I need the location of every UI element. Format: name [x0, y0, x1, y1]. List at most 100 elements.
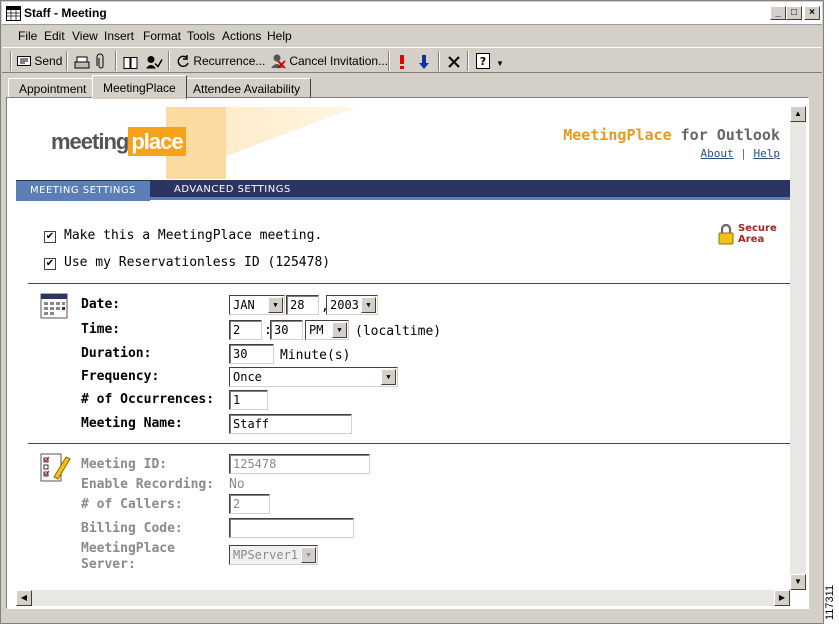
close-button[interactable]: ×: [804, 6, 820, 20]
print-icon[interactable]: [74, 54, 90, 72]
toolbar-separator: [115, 51, 117, 71]
billing-code-label: Billing Code:: [81, 521, 183, 536]
meeting-id-label: Meeting ID:: [81, 457, 168, 472]
occurrences-input[interactable]: 1: [229, 390, 268, 410]
reservationless-checkbox[interactable]: ✔: [44, 258, 56, 270]
product-suffix: for Outlook: [671, 126, 780, 144]
tab-meetingplace[interactable]: MeetingPlace: [92, 75, 187, 99]
about-link[interactable]: About: [701, 147, 734, 160]
server-label-1: MeetingPlace: [81, 541, 175, 556]
meetingplace-logo: meeting place: [51, 127, 186, 156]
year-value: 2003: [330, 298, 359, 312]
frequency-select[interactable]: Once ▼: [229, 367, 398, 387]
toolbar-separator: [388, 51, 390, 71]
menu-view[interactable]: View: [72, 29, 98, 43]
vertical-scrollbar[interactable]: ▲ ▼: [790, 106, 806, 590]
header-links: About | Help: [701, 147, 781, 160]
importance-low-icon[interactable]: [418, 53, 430, 71]
year-select[interactable]: 2003 ▼: [326, 295, 378, 315]
duration-unit: Minute(s): [280, 348, 351, 363]
cancel-invitation-label: Cancel Invitation...: [289, 54, 389, 68]
scroll-up-icon[interactable]: ▲: [790, 106, 806, 122]
billing-code-input[interactable]: [229, 518, 354, 538]
day-input[interactable]: 28: [286, 295, 319, 315]
server-label-2: Server:: [81, 557, 136, 572]
server-value: MPServer1: [233, 548, 299, 562]
product-title: MeetingPlace for Outlook: [563, 126, 780, 144]
secure-line2: Area: [738, 234, 765, 245]
callers-label: # of Callers:: [81, 497, 183, 512]
recurrence-button[interactable]: Recurrence...: [176, 52, 265, 70]
figure-number: 117311: [824, 584, 836, 620]
toolbar-separator: [168, 51, 170, 71]
menu-tools[interactable]: Tools: [187, 29, 215, 43]
occurrences-label: # of Occurrences:: [81, 392, 215, 407]
help-link[interactable]: Help: [754, 147, 781, 160]
delete-icon[interactable]: [447, 53, 461, 71]
toolbar-grip: [10, 51, 12, 71]
meeting-id-input: 125478: [229, 454, 370, 474]
product-name: MeetingPlace: [563, 126, 672, 144]
toolbar: Send Recurrence... Cancel Invitation... …: [2, 47, 822, 73]
lock-icon: [718, 223, 734, 245]
enable-recording-value: No: [229, 477, 245, 492]
date-label: Date:: [81, 297, 121, 312]
toolbar-separator: [66, 51, 68, 71]
importance-high-icon[interactable]: [398, 53, 406, 71]
scroll-left-icon[interactable]: ◀: [16, 590, 32, 606]
make-meetingplace-label: Make this a MeetingPlace meeting.: [64, 228, 323, 243]
send-button[interactable]: Send: [17, 52, 62, 70]
address-book-icon[interactable]: [123, 54, 139, 72]
tab-attendee-availability[interactable]: Attendee Availability: [182, 78, 312, 98]
tab-strip: Appointment MeetingPlace Attendee Availa…: [2, 74, 822, 99]
scroll-down-icon[interactable]: ▼: [790, 574, 806, 590]
calendar-icon: [6, 6, 21, 21]
month-select[interactable]: JAN ▼: [229, 295, 285, 315]
title-bar: Staff - Meeting _ □ ×: [2, 2, 822, 25]
callers-input: 2: [229, 494, 270, 514]
chevron-down-icon[interactable]: ▼: [496, 55, 504, 73]
tab-appointment[interactable]: Appointment: [8, 78, 98, 98]
check-names-icon[interactable]: [145, 53, 163, 71]
make-meetingplace-checkbox[interactable]: ✔: [44, 231, 56, 243]
svg-text:?: ?: [480, 55, 486, 68]
scroll-right-icon[interactable]: ▶: [774, 590, 790, 606]
tab-meeting-settings[interactable]: MEETING SETTINGS: [16, 181, 150, 201]
hour-input[interactable]: 2: [229, 320, 262, 340]
toolbar-separator: [467, 51, 469, 71]
cancel-invitation-icon: [271, 54, 286, 69]
chevron-down-icon: ▼: [381, 369, 396, 385]
menu-help[interactable]: Help: [267, 29, 292, 43]
menu-file[interactable]: File: [18, 29, 37, 43]
help-icon[interactable]: ?: [476, 52, 490, 70]
send-label: Send: [34, 54, 63, 68]
ampm-select[interactable]: PM ▼: [305, 320, 349, 340]
menu-actions[interactable]: Actions: [222, 29, 261, 43]
menu-insert[interactable]: Insert: [104, 29, 134, 43]
settings-nav: MEETING SETTINGS ADVANCED SETTINGS: [16, 180, 790, 201]
frequency-label: Frequency:: [81, 369, 160, 384]
menu-format[interactable]: Format: [143, 29, 181, 43]
recurrence-label: Recurrence...: [193, 54, 266, 68]
logo-text-1: meeting: [51, 129, 129, 154]
secure-area-badge: Secure Area: [718, 223, 777, 248]
reservationless-label: Use my Reservationless ID (125478): [64, 255, 331, 270]
cancel-invitation-button[interactable]: Cancel Invitation...: [270, 52, 388, 70]
calendar-icon: [40, 293, 68, 319]
time-label: Time:: [81, 322, 121, 337]
minimize-button[interactable]: _: [770, 6, 786, 20]
meetingplace-page: meeting place MeetingPlace for Outlook Ab…: [16, 107, 790, 589]
chevron-down-icon: ▼: [361, 297, 376, 313]
server-select: MPServer1 ▼: [229, 545, 318, 565]
duration-input[interactable]: 30: [229, 344, 274, 364]
meeting-name-input[interactable]: Staff: [229, 414, 352, 434]
enable-recording-label: Enable Recording:: [81, 477, 215, 492]
duration-label: Duration:: [81, 346, 152, 361]
minute-input[interactable]: 30: [270, 320, 303, 340]
horizontal-scrollbar[interactable]: ◀ ▶: [16, 590, 790, 606]
menu-edit[interactable]: Edit: [44, 29, 65, 43]
paperclip-icon[interactable]: [96, 53, 106, 71]
maximize-button[interactable]: □: [786, 6, 802, 20]
tab-advanced-settings[interactable]: ADVANCED SETTINGS: [174, 180, 291, 200]
secure-line1: Secure: [738, 223, 777, 234]
